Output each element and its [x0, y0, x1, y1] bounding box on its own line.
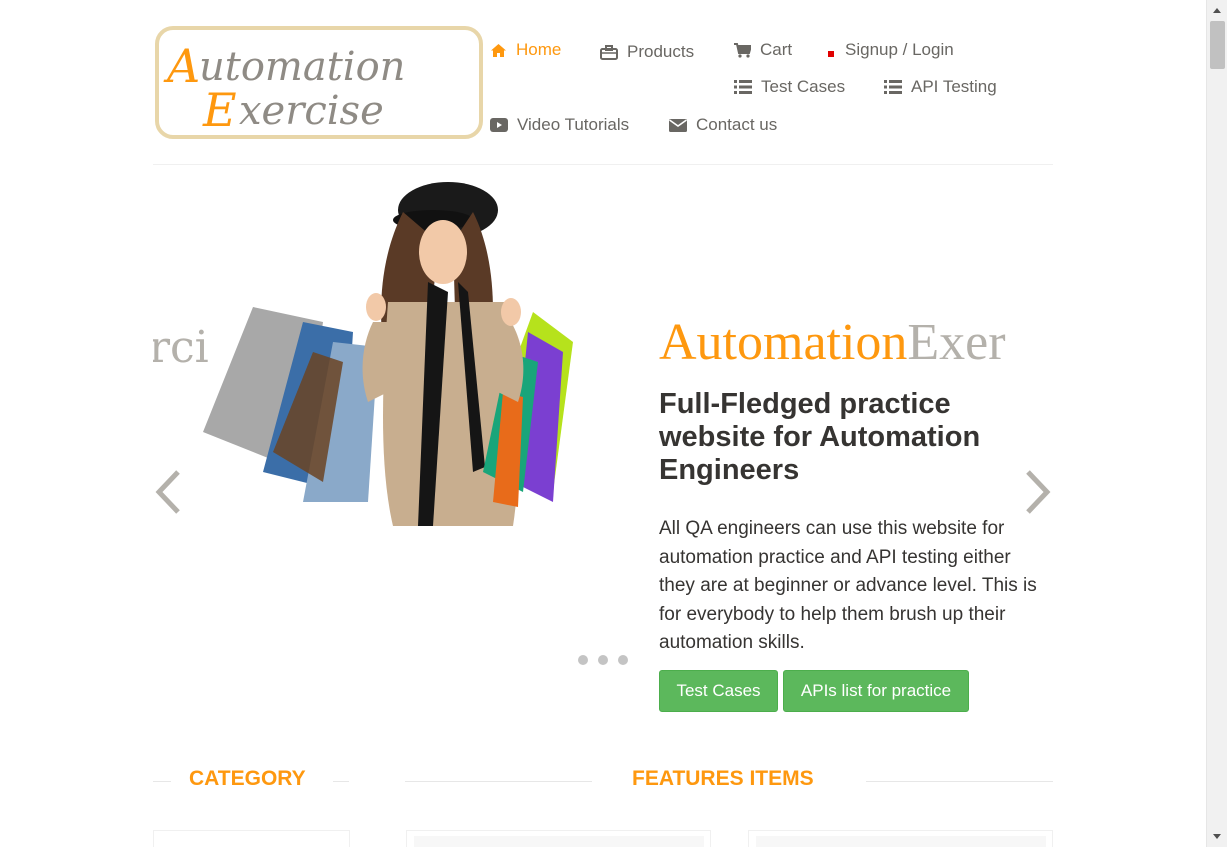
- carousel-next-button[interactable]: [1023, 469, 1053, 519]
- shopping-girl-image: [193, 172, 585, 526]
- nav-signup-login-label: Signup / Login: [845, 40, 954, 59]
- list-icon: [884, 80, 902, 94]
- carousel-dot[interactable]: [618, 655, 628, 665]
- nav-cart[interactable]: Cart: [734, 40, 792, 60]
- cart-icon: [734, 42, 751, 58]
- chevron-left-icon: [154, 469, 182, 520]
- carousel-prev-button[interactable]: [153, 469, 183, 519]
- list-icon: [734, 80, 752, 94]
- nav-home-label: Home: [516, 40, 562, 59]
- nav-test-cases[interactable]: Test Cases: [734, 77, 845, 97]
- scroll-down-icon[interactable]: [1213, 834, 1221, 839]
- nav-home[interactable]: Home: [490, 40, 561, 60]
- features-line-right: [866, 781, 1053, 782]
- site-logo[interactable]: A utomation E xercise: [155, 26, 483, 139]
- nav-api-testing[interactable]: API Testing: [884, 77, 997, 97]
- carousel-indicators: [578, 655, 628, 665]
- page-scrollbar[interactable]: [1206, 0, 1227, 847]
- youtube-play-icon: [490, 118, 508, 132]
- category-title: CATEGORY: [189, 767, 306, 790]
- scroll-up-icon[interactable]: [1213, 8, 1221, 13]
- hero-slider: rci AutomationExer Full-Fledged practice…: [153, 166, 1053, 726]
- carousel-dot[interactable]: [578, 655, 588, 665]
- logo-line2-tail: xercise: [239, 88, 384, 134]
- product-image: [756, 836, 1046, 847]
- nav-test-cases-label: Test Cases: [761, 77, 846, 96]
- svg-text:A: A: [163, 39, 200, 93]
- nav-signup-login[interactable]: Signup / Login: [828, 40, 954, 60]
- carousel-dot[interactable]: [598, 655, 608, 665]
- nav-video-tutorials-label: Video Tutorials: [517, 115, 630, 134]
- home-icon: [490, 43, 507, 58]
- nav-products[interactable]: Products: [600, 42, 694, 62]
- apis-list-button[interactable]: APIs list for practice: [783, 670, 969, 712]
- nav-cart-label: Cart: [760, 40, 793, 59]
- category-line-left: [153, 781, 171, 782]
- nav-contact-us[interactable]: Contact us: [669, 115, 777, 135]
- nav-api-testing-label: API Testing: [911, 77, 997, 96]
- header-divider: [153, 164, 1053, 165]
- nav-video-tutorials[interactable]: Video Tutorials: [490, 115, 629, 135]
- brand-first: Automation: [659, 314, 908, 371]
- category-panel: [153, 830, 350, 847]
- slide-brand-title: AutomationExer: [659, 313, 1006, 372]
- nav-contact-us-label: Contact us: [696, 115, 778, 134]
- scrollbar-thumb[interactable]: [1210, 21, 1225, 69]
- lock-icon: [828, 43, 835, 58]
- svg-text:E: E: [202, 83, 237, 135]
- envelope-icon: [669, 118, 687, 132]
- features-line-left: [405, 781, 592, 782]
- product-image: [414, 836, 704, 847]
- briefcase-icon: [600, 44, 618, 60]
- test-cases-button[interactable]: Test Cases: [659, 670, 778, 712]
- features-title: FEATURES ITEMS: [632, 767, 814, 790]
- slide-description: All QA engineers can use this website fo…: [659, 518, 1037, 653]
- nav-products-label: Products: [627, 42, 695, 61]
- chevron-right-icon: [1024, 469, 1052, 520]
- brand-second: Exer: [907, 314, 1006, 371]
- slide-heading: Full-Fledged practice website for Automa…: [659, 388, 981, 486]
- category-line-right: [333, 781, 349, 782]
